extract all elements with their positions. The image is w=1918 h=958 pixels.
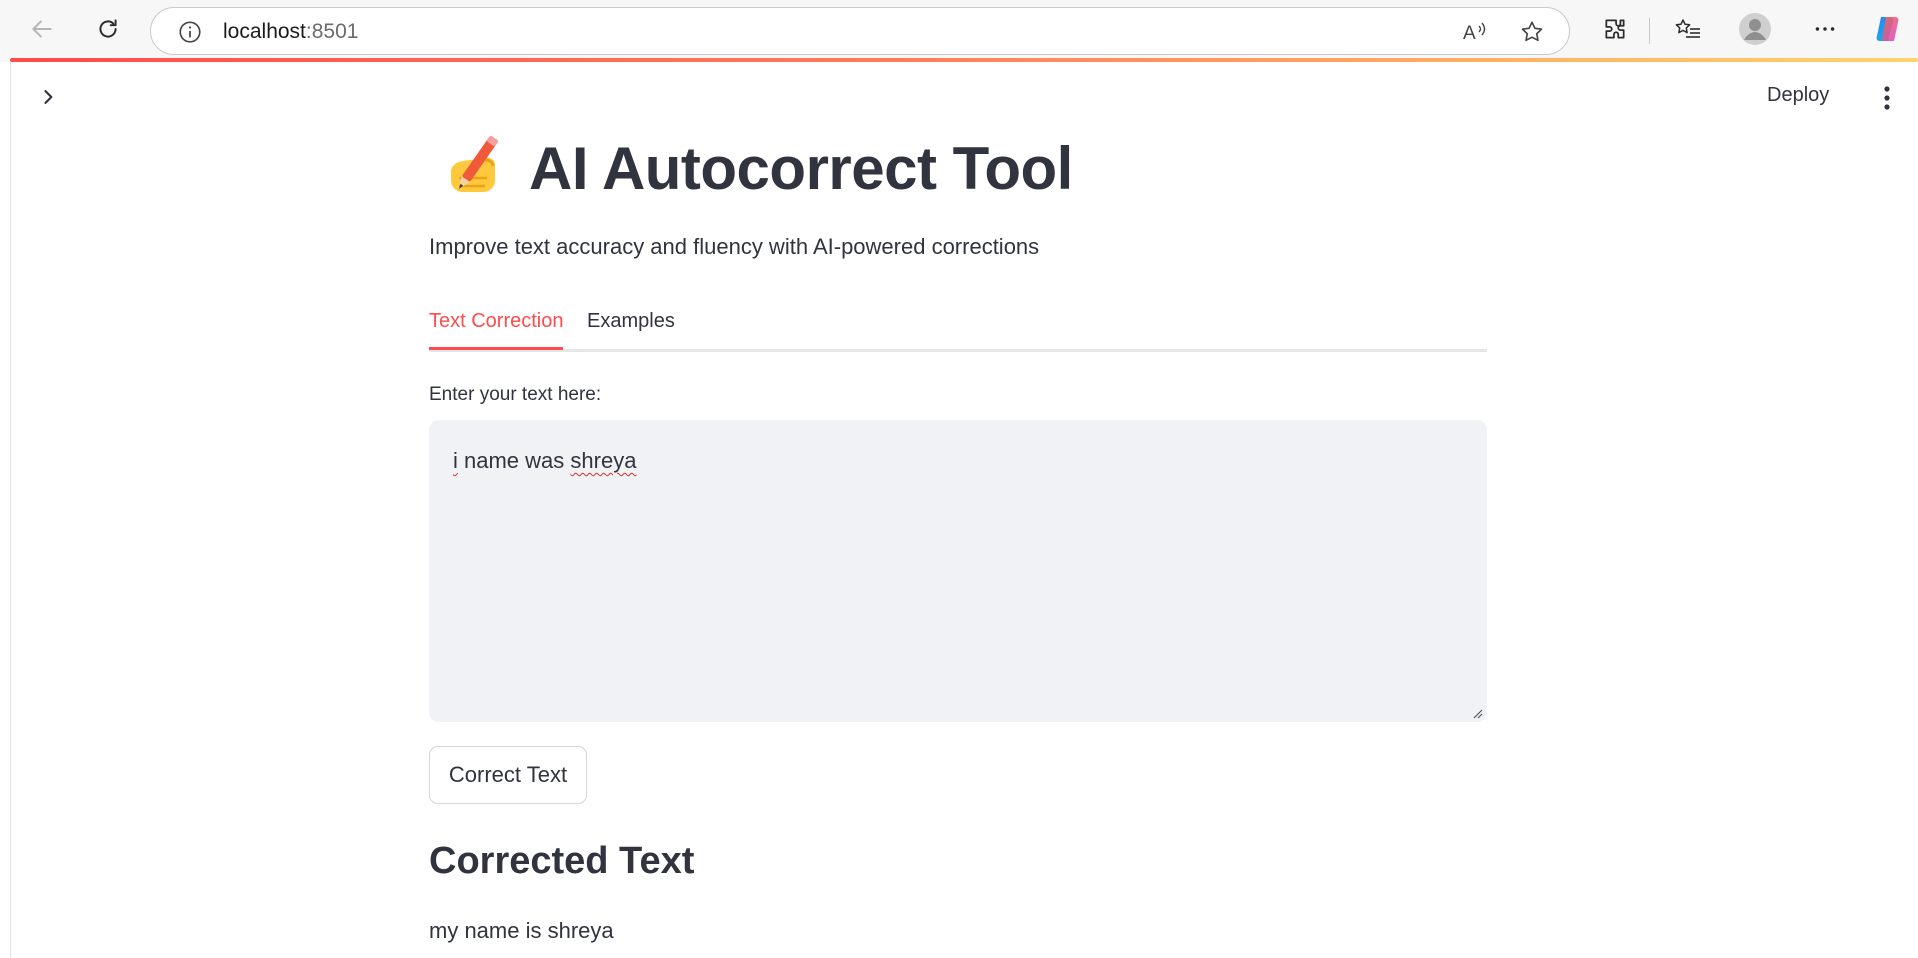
favorites-icon [1674, 16, 1702, 47]
active-tab-indicator [429, 347, 563, 350]
tab-examples[interactable]: Examples [587, 310, 675, 333]
more-button[interactable] [1806, 12, 1844, 50]
misspelled-word: shreya [570, 448, 637, 473]
toolbar-divider [1649, 18, 1650, 44]
reload-icon [95, 16, 121, 47]
read-aloud-icon[interactable]: A [1461, 19, 1489, 50]
back-arrow-icon [29, 16, 55, 47]
sidebar-toggle-button[interactable] [31, 82, 65, 116]
text-input-area[interactable]: i name was shreya [429, 420, 1487, 722]
page-subtitle: Improve text accuracy and fluency with A… [429, 234, 1040, 259]
reload-button[interactable] [88, 12, 128, 50]
url-port: :8501 [305, 20, 359, 43]
url-text[interactable]: localhost:8501 [223, 20, 358, 44]
tab-bar: Text Correction Examples [429, 286, 1487, 352]
copilot-icon [1872, 13, 1904, 50]
url-host: localhost [223, 20, 306, 43]
input-text-middle: name was [457, 448, 571, 473]
text-input-label: Enter your text here: [429, 384, 602, 405]
extensions-button[interactable] [1596, 12, 1634, 50]
address-bar[interactable]: localhost:8501 A [150, 7, 1570, 55]
svg-text:A: A [1463, 23, 1476, 44]
tab-text-correction[interactable]: Text Correction [429, 310, 564, 333]
kebab-menu-icon [1883, 85, 1891, 116]
extensions-icon [1602, 16, 1628, 47]
favorite-star-icon[interactable] [1519, 19, 1545, 50]
page-title: AI Autocorrect Tool [529, 134, 1073, 202]
main-menu-button[interactable] [1873, 80, 1901, 120]
profile-icon [1738, 12, 1772, 51]
resize-handle-icon[interactable] [1471, 706, 1483, 719]
favorites-button[interactable] [1669, 12, 1707, 50]
browser-toolbar: localhost:8501 A [0, 0, 1918, 62]
corrected-text-output: my name is shreya [429, 918, 614, 943]
more-icon [1812, 16, 1838, 47]
correct-text-button[interactable]: Correct Text [429, 746, 587, 804]
page-title-row: AI Autocorrect Tool [437, 128, 1073, 208]
writing-hand-icon [437, 130, 513, 206]
copilot-button[interactable] [1869, 12, 1907, 50]
corrected-text-heading: Corrected Text [429, 840, 695, 882]
profile-button[interactable] [1736, 12, 1774, 50]
deploy-button[interactable]: Deploy [1767, 84, 1829, 107]
back-button[interactable] [22, 12, 62, 50]
app-container: Deploy AI Autocorrect Tool Improve text … [10, 62, 1918, 958]
chevron-right-icon [38, 87, 58, 112]
text-input-value[interactable]: i name was shreya [453, 448, 636, 474]
site-info-icon[interactable] [177, 19, 203, 50]
